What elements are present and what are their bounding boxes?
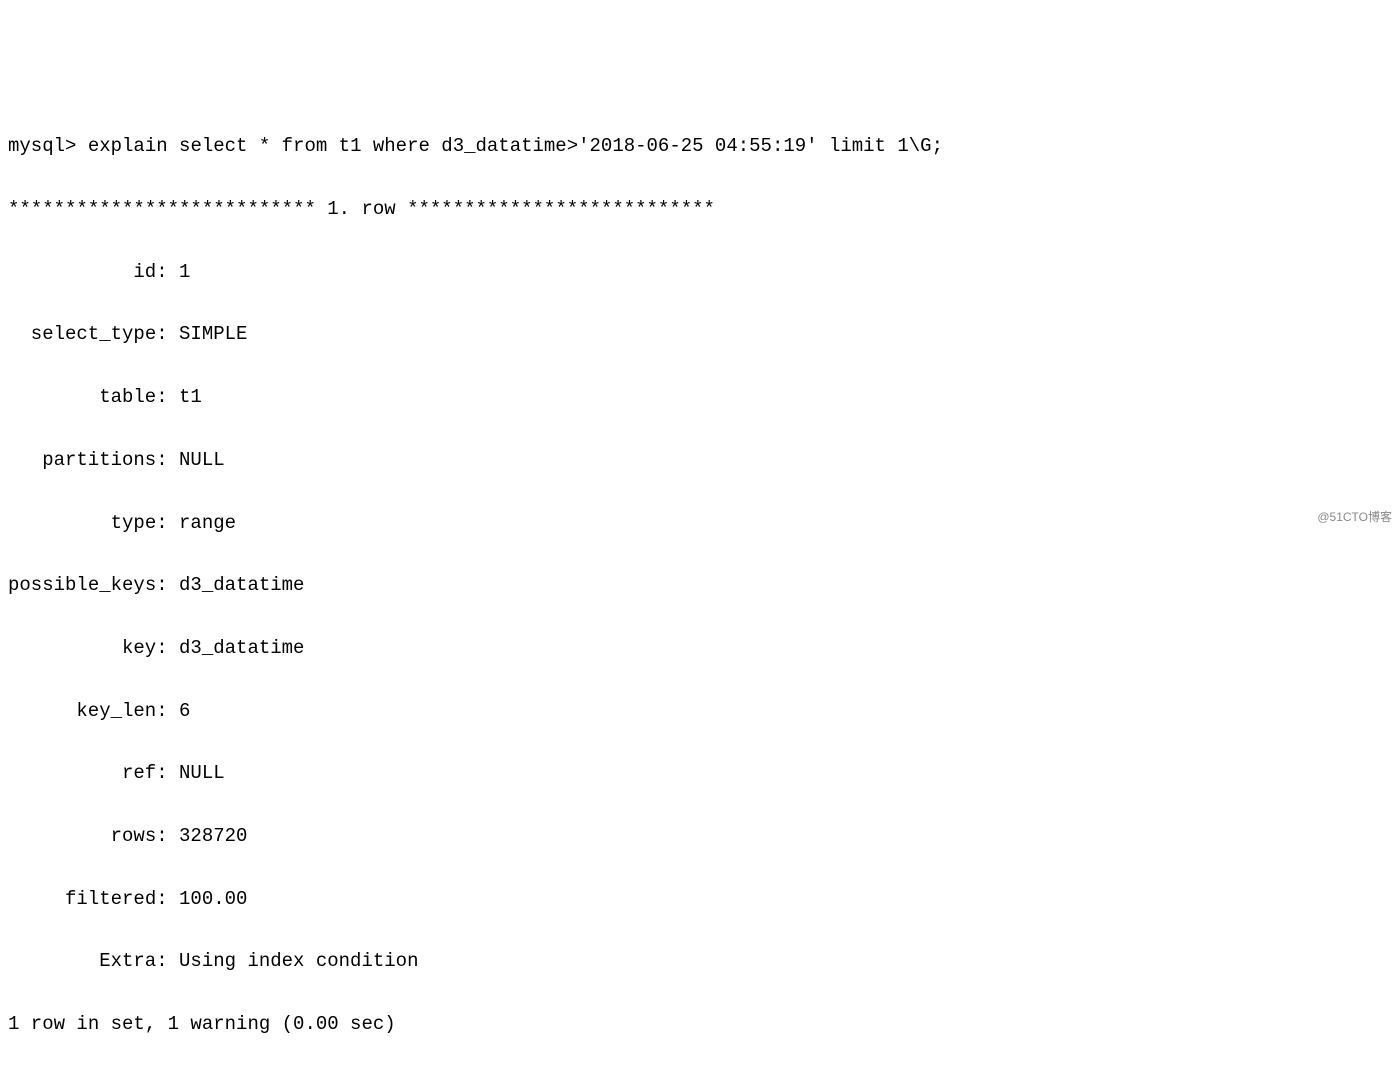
field-value-table: t1 — [179, 386, 202, 408]
explain-row: ref: NULL — [8, 758, 1392, 789]
field-value-key-len: 6 — [179, 700, 190, 722]
field-label-filtered: filtered — [8, 884, 156, 915]
field-label-key-len: key_len — [8, 696, 156, 727]
field-label-ref: ref — [8, 758, 156, 789]
field-value-partitions: NULL — [179, 449, 225, 471]
result-footer: 1 row in set, 1 warning (0.00 sec) — [8, 1009, 1392, 1040]
row-sep-right: *************************** — [396, 198, 715, 220]
field-label-type: type — [8, 508, 156, 539]
field-label-extra: Extra — [8, 946, 156, 977]
field-value-ref: NULL — [179, 762, 225, 784]
field-label-id: id — [8, 257, 156, 288]
row-separator: *************************** 1. row *****… — [8, 194, 1392, 225]
mysql-prompt: mysql> — [8, 135, 88, 157]
field-label-partitions: partitions — [8, 445, 156, 476]
field-value-key: d3_datatime — [179, 637, 304, 659]
explain-row: rows: 328720 — [8, 821, 1392, 852]
field-label-table: table — [8, 382, 156, 413]
sql-query: explain select * from t1 where d3_datati… — [88, 135, 943, 157]
field-label-rows: rows — [8, 821, 156, 852]
field-value-possible-keys: d3_datatime — [179, 574, 304, 596]
field-value-extra: Using index condition — [179, 950, 418, 972]
row-sep-left: *************************** — [8, 198, 327, 220]
explain-row: id: 1 — [8, 257, 1392, 288]
explain-row: key: d3_datatime — [8, 633, 1392, 664]
explain-row: possible_keys: d3_datatime — [8, 570, 1392, 601]
row-sep-label: 1. row — [327, 198, 395, 220]
explain-row: key_len: 6 — [8, 696, 1392, 727]
field-value-id: 1 — [179, 261, 190, 283]
explain-row: table: t1 — [8, 382, 1392, 413]
field-label-select-type: select_type — [8, 319, 156, 350]
explain-row: partitions: NULL — [8, 445, 1392, 476]
field-value-rows: 328720 — [179, 825, 247, 847]
explain-row: select_type: SIMPLE — [8, 319, 1392, 350]
field-value-select-type: SIMPLE — [179, 323, 247, 345]
query-line: mysql> explain select * from t1 where d3… — [8, 131, 1392, 162]
field-value-type: range — [179, 512, 236, 534]
field-label-key: key — [8, 633, 156, 664]
field-label-possible-keys: possible_keys — [8, 570, 156, 601]
field-value-filtered: 100.00 — [179, 888, 247, 910]
explain-row: Extra: Using index condition — [8, 946, 1392, 977]
watermark: @51CTO博客 — [1317, 508, 1392, 528]
explain-row: type: range — [8, 508, 1392, 539]
explain-row: filtered: 100.00 — [8, 884, 1392, 915]
